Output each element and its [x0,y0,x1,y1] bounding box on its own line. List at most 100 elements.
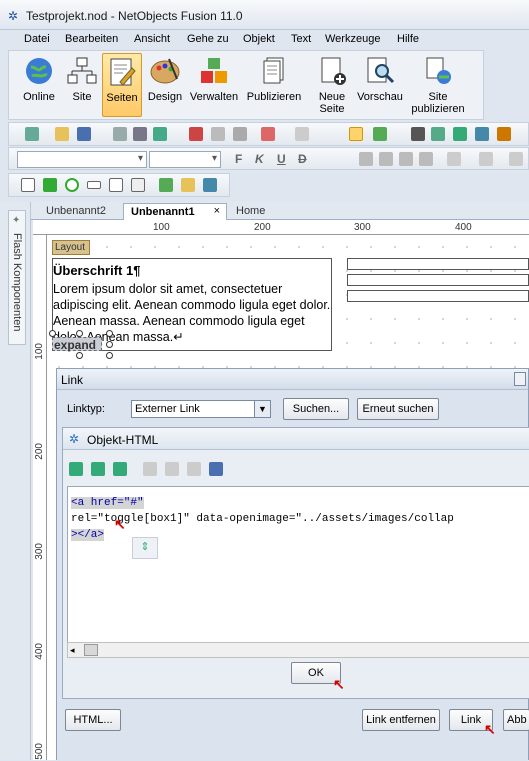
justify-icon[interactable] [419,152,433,166]
layout-box[interactable] [347,290,529,302]
standard-toolbar [8,122,529,146]
cancel-button[interactable]: Abb [503,709,529,731]
palette-icon [150,58,180,84]
form-settings-icon[interactable] [203,178,217,192]
insert-before-icon[interactable] [69,462,83,476]
menu-text[interactable]: Text [291,33,311,45]
resize-handle[interactable] [76,352,83,359]
text-tool-icon[interactable] [411,127,425,141]
ribbon-vorschau-button[interactable]: Vorschau [355,53,405,117]
redo-icon[interactable] [295,127,309,141]
search-button[interactable]: Suchen... [283,398,349,420]
align-center-icon[interactable] [379,152,393,166]
html-button[interactable]: HTML... [65,709,121,731]
save-icon[interactable] [209,462,223,476]
linktype-label: Linktyp: [67,403,105,415]
insert-marker-icon[interactable]: ⇕ [132,537,158,559]
strike-button[interactable]: D [298,152,307,166]
disabled-tool-icon[interactable] [143,462,157,476]
resize-handle[interactable] [106,330,113,337]
print-preview-icon[interactable] [133,127,147,141]
window-title: Testprojekt.nod - NetObjects Fusion 11.0 [26,9,243,23]
ribbon-site-publizieren-button[interactable]: Site publizieren [407,53,469,117]
annotation-arrow-icon: ↖ [333,676,345,692]
remove-link-button[interactable]: Link entfernen [362,709,440,731]
menu-objekt[interactable]: Objekt [243,33,275,45]
scroll-left-icon[interactable]: ◂ [70,645,75,656]
underline-button[interactable]: U [277,152,286,166]
form-area-icon[interactable] [159,178,173,192]
tab-unbenannt2[interactable]: Unbenannt2 [39,203,113,220]
copy-icon[interactable] [211,127,225,141]
menu-bearbeiten[interactable]: Bearbeiten [65,33,118,45]
publish-site-icon [426,57,451,84]
open-folder-icon[interactable] [55,127,69,141]
insert-inside-icon[interactable] [91,462,105,476]
resize-handle[interactable] [76,330,83,337]
resize-handle[interactable] [106,352,113,359]
linktype-select[interactable]: Externer Link ▼ [131,400,271,418]
align-left-icon[interactable] [359,152,373,166]
print-icon[interactable] [113,127,127,141]
flash-komponenten-tab[interactable]: ✦ Flash Komponenten [8,210,26,345]
picture-tool-icon[interactable] [431,127,445,141]
bold-button[interactable]: F [235,152,242,166]
menu-ansicht[interactable]: Ansicht [134,33,170,45]
save-icon[interactable] [77,127,91,141]
tag-icon[interactable] [181,178,195,192]
heading-text: Überschrift 1¶ [53,263,141,278]
globe-link-icon[interactable] [453,127,467,141]
radio-form-icon[interactable] [65,178,79,192]
html-code-editor[interactable]: <a href="#" rel="toggle[box1]" data-open… [67,486,529,644]
ribbon-online-button[interactable]: Online [17,53,61,117]
undo-icon[interactable] [261,127,275,141]
font-select[interactable] [17,151,147,168]
expand-link[interactable]: expand [52,337,102,352]
search-again-button[interactable]: Erneut suchen [357,398,439,420]
layout-box[interactable] [347,274,529,286]
ribbon-design-button[interactable]: Design [145,53,185,117]
textarea-form-icon[interactable] [109,178,123,192]
italic-button[interactable]: K [255,152,264,166]
menu-hilfe[interactable]: Hilfe [397,33,419,45]
ribbon-publizieren-button[interactable]: Publizieren [243,53,305,117]
insert-after-icon[interactable] [113,462,127,476]
spellcheck-icon[interactable] [153,127,167,141]
ribbon-verwalten-button[interactable]: Verwalten [187,53,241,117]
pointer-tool-icon[interactable] [349,127,363,141]
publish-icon [263,57,284,84]
tab-unbenannt1[interactable]: Unbenannt1 × [123,203,227,220]
anchor-icon[interactable] [475,127,489,141]
new-icon[interactable] [25,127,39,141]
layout-box[interactable] [347,258,529,270]
tab-home[interactable]: Home [229,203,272,220]
menu-werkzeuge[interactable]: Werkzeuge [325,33,380,45]
ribbon-neue-seite-button[interactable]: Neue Seite [311,53,353,117]
textfield-form-icon[interactable] [87,181,101,189]
checkbox-form-icon[interactable] [43,178,57,192]
menu-gehe-zu[interactable]: Gehe zu [187,33,229,45]
zoom-icon[interactable] [373,127,387,141]
menu-datei[interactable]: Datei [24,33,50,45]
align-right-icon[interactable] [399,152,413,166]
close-tab-icon[interactable]: × [214,205,220,217]
layout-tag[interactable]: Layout [52,240,90,255]
combobox-form-icon[interactable] [131,178,145,192]
bullet-list-icon[interactable] [447,152,461,166]
resize-handle[interactable] [49,330,56,337]
button-form-icon[interactable] [21,178,35,192]
size-select[interactable] [149,151,221,168]
dialog-close-icon[interactable] [514,372,526,386]
shape-tool-icon[interactable] [497,127,511,141]
cut-icon[interactable] [189,127,203,141]
numbered-list-icon[interactable] [479,152,493,166]
disabled-tool-icon[interactable] [165,462,179,476]
resize-handle[interactable] [106,341,113,348]
scroll-thumb[interactable] [84,644,98,656]
ribbon-site-button[interactable]: Site [65,53,99,117]
paste-icon[interactable] [233,127,247,141]
disabled-tool-icon[interactable] [187,462,201,476]
ribbon-seiten-button[interactable]: Seiten [102,53,142,117]
horizontal-scrollbar[interactable]: ◂ [67,642,529,658]
indent-icon[interactable] [509,152,523,166]
